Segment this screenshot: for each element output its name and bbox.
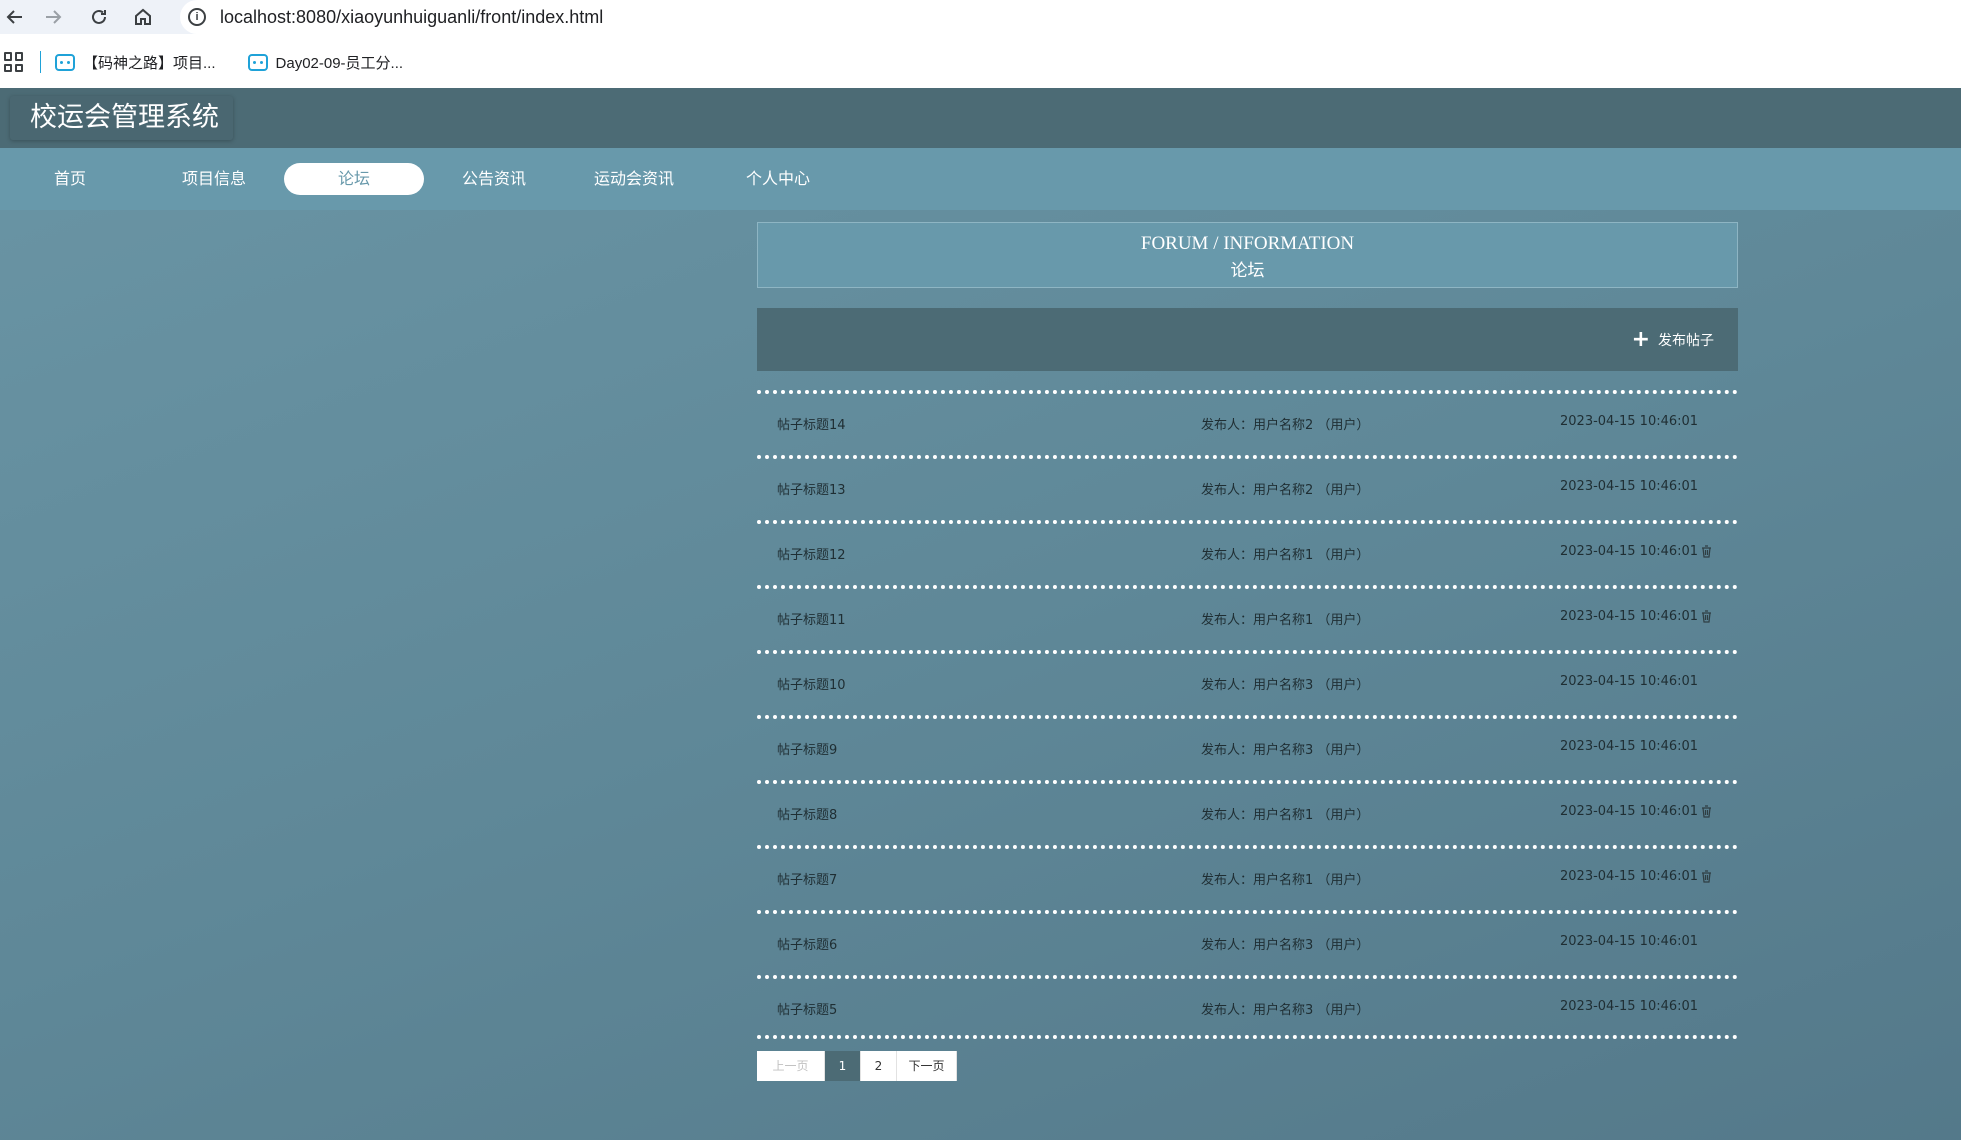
plus-icon: + bbox=[1631, 327, 1650, 352]
address-bar[interactable]: i localhost:8080/xiaoyunhuiguanli/front/… bbox=[180, 0, 1961, 34]
post-title[interactable]: 帖子标题13 bbox=[777, 479, 846, 498]
forum-action-bar: + 发布帖子 bbox=[757, 308, 1738, 371]
site-info-icon[interactable]: i bbox=[188, 8, 206, 26]
bookmark-item[interactable]: Day02-09-员工分... bbox=[247, 52, 404, 73]
post-title[interactable]: 帖子标题5 bbox=[777, 999, 837, 1018]
post-time: 2023-04-15 10:46:01 bbox=[1560, 804, 1699, 819]
post-title[interactable]: 帖子标题12 bbox=[777, 544, 846, 563]
browser-toolbar: i localhost:8080/xiaoyunhuiguanli/front/… bbox=[0, 0, 1961, 34]
post-author: 发布人：用户名称1 （用户） bbox=[1201, 548, 1370, 563]
post-row[interactable]: 帖子标题5 发布人：用户名称3 （用户） 2023-04-15 10:46:01 bbox=[757, 975, 1738, 1039]
main-menu: 首页 项目信息 论坛 公告资讯 运动会资讯 个人中心 bbox=[0, 148, 1961, 210]
site-header: 校运会管理系统 bbox=[0, 88, 1961, 148]
post-row[interactable]: 帖子标题14 发布人：用户名称2 （用户） 2023-04-15 10:46:01 bbox=[757, 390, 1738, 455]
menu-item-projects[interactable]: 项目信息 bbox=[144, 163, 284, 195]
post-title[interactable]: 帖子标题9 bbox=[777, 739, 837, 758]
post-title[interactable]: 帖子标题11 bbox=[777, 609, 846, 628]
post-title[interactable]: 帖子标题6 bbox=[777, 934, 837, 953]
bookmark-label: Day02-09-员工分... bbox=[275, 54, 404, 72]
publish-post-label: 发布帖子 bbox=[1658, 333, 1714, 349]
post-time: 2023-04-15 10:46:01 bbox=[1560, 674, 1699, 689]
post-author: 发布人：用户名称3 （用户） bbox=[1201, 678, 1370, 693]
post-title[interactable]: 帖子标题14 bbox=[777, 414, 846, 433]
trash-icon[interactable] bbox=[1701, 545, 1712, 558]
post-row[interactable]: 帖子标题11 发布人：用户名称1 （用户） 2023-04-15 10:46:01 bbox=[757, 585, 1738, 650]
bookmarks-separator bbox=[40, 51, 41, 73]
site-title[interactable]: 校运会管理系统 bbox=[10, 96, 233, 140]
post-row[interactable]: 帖子标题8 发布人：用户名称1 （用户） 2023-04-15 10:46:01 bbox=[757, 780, 1738, 845]
bilibili-icon bbox=[247, 53, 268, 71]
bookmark-label: 【码神之路】项目... bbox=[83, 54, 216, 72]
apps-grid-icon[interactable] bbox=[4, 52, 24, 72]
forum-heading: FORUM / INFORMATION 论坛 bbox=[757, 222, 1738, 288]
browser-chrome: i localhost:8080/xiaoyunhuiguanli/front/… bbox=[0, 0, 1961, 88]
post-author: 发布人：用户名称2 （用户） bbox=[1201, 483, 1370, 498]
trash-icon[interactable] bbox=[1701, 610, 1712, 623]
forward-arrow-icon[interactable] bbox=[38, 2, 68, 32]
post-row[interactable]: 帖子标题12 发布人：用户名称1 （用户） 2023-04-15 10:46:01 bbox=[757, 520, 1738, 585]
post-title[interactable]: 帖子标题8 bbox=[777, 804, 837, 823]
post-time: 2023-04-15 10:46:01 bbox=[1560, 479, 1699, 494]
next-page-button[interactable]: 下一页 bbox=[897, 1051, 957, 1081]
menu-item-sports-news[interactable]: 运动会资讯 bbox=[564, 163, 704, 195]
publish-post-button[interactable]: + 发布帖子 bbox=[1631, 327, 1714, 352]
post-author: 发布人：用户名称1 （用户） bbox=[1201, 873, 1370, 888]
page-button-2[interactable]: 2 bbox=[861, 1051, 897, 1081]
post-row[interactable]: 帖子标题7 发布人：用户名称1 （用户） 2023-04-15 10:46:01 bbox=[757, 845, 1738, 910]
post-time: 2023-04-15 10:46:01 bbox=[1560, 544, 1699, 559]
post-author: 发布人：用户名称3 （用户） bbox=[1201, 938, 1370, 953]
page-body: 校运会管理系统 首页 项目信息 论坛 公告资讯 运动会资讯 个人中心 FORUM… bbox=[0, 88, 1961, 1140]
pagination: 上一页 1 2 下一页 bbox=[757, 1051, 957, 1081]
post-time: 2023-04-15 10:46:01 bbox=[1560, 869, 1699, 884]
bookmarks-bar: 【码神之路】项目... Day02-09-员工分... bbox=[0, 44, 1961, 80]
post-row[interactable]: 帖子标题6 发布人：用户名称3 （用户） 2023-04-15 10:46:01 bbox=[757, 910, 1738, 975]
post-time: 2023-04-15 10:46:01 bbox=[1560, 739, 1699, 754]
trash-icon[interactable] bbox=[1701, 870, 1712, 883]
post-time: 2023-04-15 10:46:01 bbox=[1560, 609, 1699, 624]
post-author: 发布人：用户名称3 （用户） bbox=[1201, 1003, 1370, 1018]
page-button-1[interactable]: 1 bbox=[825, 1051, 861, 1081]
post-author: 发布人：用户名称3 （用户） bbox=[1201, 743, 1370, 758]
address-url[interactable]: localhost:8080/xiaoyunhuiguanli/front/in… bbox=[220, 7, 603, 28]
post-author: 发布人：用户名称1 （用户） bbox=[1201, 613, 1370, 628]
trash-icon[interactable] bbox=[1701, 805, 1712, 818]
post-title[interactable]: 帖子标题10 bbox=[777, 674, 846, 693]
prev-page-button[interactable]: 上一页 bbox=[757, 1051, 825, 1081]
menu-item-profile[interactable]: 个人中心 bbox=[708, 163, 848, 195]
bookmark-item[interactable]: 【码神之路】项目... bbox=[55, 52, 216, 73]
bilibili-icon bbox=[55, 53, 75, 71]
forum-heading-en: FORUM / INFORMATION bbox=[1140, 233, 1355, 254]
post-title[interactable]: 帖子标题7 bbox=[777, 869, 837, 888]
post-row[interactable]: 帖子标题10 发布人：用户名称3 （用户） 2023-04-15 10:46:01 bbox=[757, 650, 1738, 715]
post-row[interactable]: 帖子标题13 发布人：用户名称2 （用户） 2023-04-15 10:46:01 bbox=[757, 455, 1738, 520]
reload-icon[interactable] bbox=[84, 2, 114, 32]
post-row[interactable]: 帖子标题9 发布人：用户名称3 （用户） 2023-04-15 10:46:01 bbox=[757, 715, 1738, 780]
post-time: 2023-04-15 10:46:01 bbox=[1560, 999, 1699, 1014]
post-author: 发布人：用户名称2 （用户） bbox=[1201, 418, 1370, 433]
post-list: 帖子标题14 发布人：用户名称2 （用户） 2023-04-15 10:46:01 帖… bbox=[757, 390, 1738, 1039]
forum-heading-zh: 论坛 bbox=[1230, 261, 1265, 281]
menu-item-home[interactable]: 首页 bbox=[0, 163, 140, 195]
home-icon[interactable] bbox=[128, 2, 158, 32]
post-author: 发布人：用户名称1 （用户） bbox=[1201, 808, 1370, 823]
post-time: 2023-04-15 10:46:01 bbox=[1560, 934, 1699, 949]
post-time: 2023-04-15 10:46:01 bbox=[1560, 414, 1699, 429]
menu-item-notices[interactable]: 公告资讯 bbox=[424, 163, 564, 195]
back-arrow-icon[interactable] bbox=[0, 2, 30, 32]
menu-item-forum[interactable]: 论坛 bbox=[284, 163, 424, 195]
